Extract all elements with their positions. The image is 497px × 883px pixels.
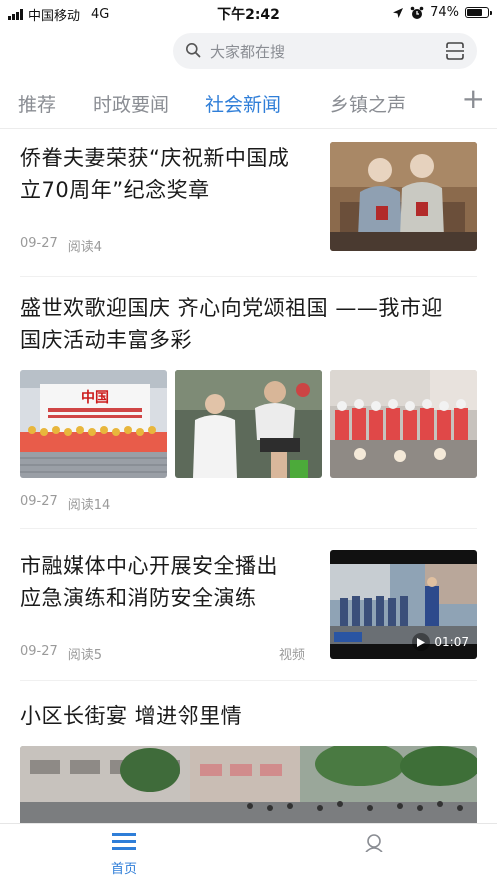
search-icon	[186, 43, 201, 58]
news-item-4[interactable]: 小区长街宴 增进邻里情	[0, 700, 497, 823]
news-date: 09-27	[20, 494, 58, 509]
nav-home[interactable]: 首页	[94, 832, 154, 877]
news-title-line: 应急演练和消防安全演练	[20, 586, 257, 610]
status-right: 74%	[392, 5, 492, 20]
news-large-image	[20, 746, 477, 823]
street-banquet-photo	[20, 746, 477, 823]
news-title-line: 盛世欢歌迎国庆 齐心向党颂祖国 ——我市迎	[20, 296, 443, 320]
banner-text: 中国	[81, 389, 109, 406]
news-title-line: 市融媒体中心开展安全播出	[20, 554, 278, 578]
search-placeholder: 大家都在搜	[210, 43, 286, 61]
news-title-line: 国庆活动丰富多彩	[20, 328, 192, 352]
news-date: 09-27	[20, 644, 58, 659]
doctor-visit-photo	[175, 370, 322, 478]
news-video-thumbnail[interactable]: 01:07	[330, 550, 477, 659]
bottom-nav: 首页	[0, 823, 497, 883]
news-divider	[20, 528, 477, 529]
news-title-line: 侨眷夫妻荣获“庆祝新中国成	[20, 146, 290, 170]
video-badge: 视频	[279, 648, 306, 663]
location-icon	[393, 7, 404, 18]
scan-icon[interactable]	[445, 41, 465, 61]
category-tabs: 推荐 时政要闻 社会新闻 乡镇之声 +	[0, 84, 497, 128]
news-thumbnail	[330, 142, 477, 251]
battery-icon	[465, 7, 492, 18]
news-image-doctor	[175, 370, 322, 478]
search-bar[interactable]: 大家都在搜	[173, 33, 477, 69]
news-meta: 09-27 阅读14	[20, 494, 110, 513]
news-reads: 阅读5	[67, 648, 103, 663]
news-title-line: 小区长街宴 增进邻里情	[20, 704, 243, 728]
news-title: 盛世欢歌迎国庆 齐心向党颂祖国 ——我市迎 国庆活动丰富多彩	[20, 292, 480, 356]
nav-home-label: 首页	[110, 862, 137, 877]
news-image-stage: 中国	[20, 370, 167, 478]
user-icon	[365, 834, 383, 853]
news-item-1[interactable]: 侨眷夫妻荣获“庆祝新中国成 立70周年”纪念奖章 09-27 阅读4	[0, 140, 497, 270]
news-reads: 阅读4	[67, 240, 103, 255]
news-item-3[interactable]: 市融媒体中心开展安全播出 应急演练和消防安全演练 09-27 阅读5 视频 01…	[0, 548, 497, 678]
news-meta: 09-27 阅读5	[20, 644, 102, 663]
news-title: 市融媒体中心开展安全播出 应急演练和消防安全演练	[20, 550, 315, 614]
news-divider	[20, 276, 477, 277]
news-title: 小区长街宴 增进邻里情	[20, 700, 480, 732]
tab-social-news[interactable]: 社会新闻	[205, 90, 281, 117]
stage-performance-photo: 中国	[20, 370, 167, 478]
news-image-crowd	[330, 370, 477, 478]
video-duration: 01:07	[412, 633, 469, 651]
status-bar: 中国移动 4G 下午2:42 74%	[0, 0, 497, 26]
tab-politics[interactable]: 时政要闻	[93, 90, 169, 117]
news-title: 侨眷夫妻荣获“庆祝新中国成 立70周年”纪念奖章	[20, 142, 315, 206]
tabs-divider	[0, 128, 497, 129]
nav-secondary[interactable]	[344, 832, 404, 858]
news-reads: 阅读14	[67, 498, 111, 513]
play-icon	[412, 633, 431, 651]
alarm-icon	[410, 6, 424, 19]
home-list-icon	[112, 833, 136, 850]
add-tab-button[interactable]: +	[462, 84, 485, 114]
news-item-2[interactable]: 盛世欢歌迎国庆 齐心向党颂祖国 ——我市迎 国庆活动丰富多彩 中国 09-27 …	[0, 290, 497, 520]
tab-recommend[interactable]: 推荐	[18, 90, 56, 117]
tab-township[interactable]: 乡镇之声	[330, 90, 406, 117]
video-duration-text: 01:07	[434, 635, 469, 649]
news-meta: 09-27 阅读4	[20, 236, 102, 255]
news-title-line: 立70周年”纪念奖章	[20, 178, 210, 202]
news-divider	[20, 680, 477, 681]
elderly-couple-photo	[330, 142, 477, 251]
crowd-gathering-photo	[330, 370, 477, 478]
news-date: 09-27	[20, 236, 58, 251]
battery-percent: 74%	[430, 5, 459, 20]
